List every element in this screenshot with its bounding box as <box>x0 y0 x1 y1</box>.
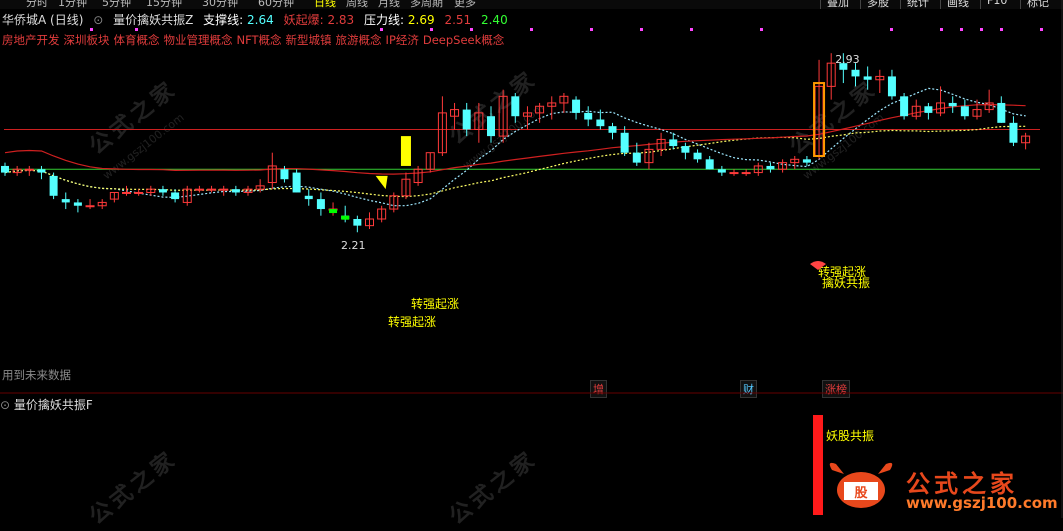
candle-body <box>304 195 313 200</box>
candle-body <box>766 165 775 170</box>
candle-body <box>900 96 909 117</box>
yellow-signal-bar <box>400 136 411 166</box>
candle-body <box>960 106 969 117</box>
candle-body <box>85 205 95 208</box>
candle-body <box>802 159 811 163</box>
candle-body <box>924 106 933 113</box>
pink-dot <box>690 28 693 31</box>
candle-body <box>353 219 362 226</box>
candle-body <box>620 132 629 153</box>
pink-dot <box>1000 28 1003 31</box>
pink-dot <box>980 28 983 31</box>
candle-body <box>572 99 581 113</box>
candlestick-chart: 2.932.21转强起涨转强起涨转强起涨擒妖共振妖股共振 <box>0 0 1063 518</box>
green-signal-bar <box>341 215 350 220</box>
candle-body <box>219 188 229 191</box>
pink-dot <box>430 28 433 31</box>
candle-body <box>134 191 144 194</box>
candle-body <box>851 69 860 77</box>
candle-body <box>462 109 471 130</box>
candle-body <box>741 172 751 175</box>
candle-body <box>887 76 896 97</box>
candle-body <box>37 169 46 173</box>
pink-dot <box>940 28 943 31</box>
candle-body <box>863 76 872 80</box>
candle-body <box>693 152 702 160</box>
candle-body <box>608 126 617 133</box>
pink-dot <box>890 28 893 31</box>
candle-body <box>729 172 739 175</box>
candle-body <box>1009 122 1018 143</box>
candle-body <box>596 119 605 127</box>
candle-body <box>24 168 34 171</box>
candle-body <box>632 152 641 163</box>
yellow-arrow-icon <box>375 175 388 190</box>
candle-body <box>207 188 217 191</box>
logo-url-text: www.gszj100.com <box>906 494 1058 512</box>
candle-body <box>681 146 690 153</box>
resonance-label: 妖股共振 <box>826 429 874 443</box>
low-label: 2.21 <box>341 239 366 252</box>
brand-logo: 股 公式之家 www.gszj100.com <box>822 458 1062 516</box>
candle-body <box>316 199 325 210</box>
candle-body <box>280 169 289 180</box>
candle-body <box>705 159 714 170</box>
pink-dot <box>530 28 533 31</box>
pink-dot <box>380 28 383 31</box>
candle-body <box>669 139 678 147</box>
high-label: 2.93 <box>835 53 860 66</box>
annotation-text: 转强起涨 <box>411 296 459 311</box>
candle-body <box>231 189 240 193</box>
pink-dot <box>135 28 138 31</box>
candle-body <box>61 199 70 203</box>
green-signal-bar <box>329 209 338 214</box>
candle-body <box>487 116 495 137</box>
pink-dot <box>90 28 93 31</box>
pink-dot <box>590 28 593 31</box>
pink-dot <box>1040 28 1043 31</box>
candle-body <box>73 202 82 206</box>
annotation-text: 擒妖共振 <box>822 275 870 290</box>
candle-body <box>717 169 726 173</box>
candle-body <box>292 172 301 193</box>
candle-body <box>997 102 1006 123</box>
pink-dot <box>960 28 963 31</box>
candle-body <box>158 189 167 193</box>
pink-dot <box>760 28 763 31</box>
candle-body <box>948 102 957 107</box>
candle-body <box>511 96 520 117</box>
candle-body <box>584 112 593 120</box>
bull-logo-icon: 股 <box>829 462 893 508</box>
pink-dot <box>470 28 473 31</box>
candle-body <box>171 192 180 200</box>
svg-text:股: 股 <box>854 486 867 501</box>
annotation-text: 转强起涨 <box>388 314 436 329</box>
candle-body <box>122 191 131 194</box>
ma-mid-line <box>4 125 1026 198</box>
candle-body <box>194 188 204 191</box>
candle-body <box>49 175 58 196</box>
candle-body <box>1 165 9 173</box>
pink-dot <box>640 28 643 31</box>
